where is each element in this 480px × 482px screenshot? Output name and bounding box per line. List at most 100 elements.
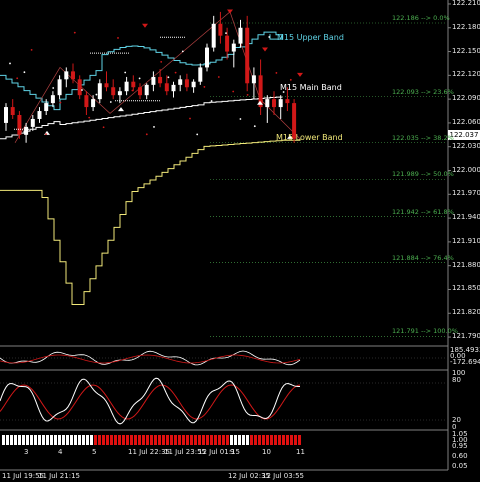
signal-bar [286, 435, 289, 445]
signal-dot [131, 89, 134, 92]
signal-bar [90, 435, 93, 445]
signal-bar-indicator [2, 435, 301, 445]
signal-bar [190, 435, 193, 445]
signal-bar [230, 435, 233, 445]
signal-dot [124, 71, 127, 74]
time-tick-label: 3 [24, 448, 29, 456]
price-tick-label: 122.150 [452, 46, 480, 55]
price-tick-label: 122.210 [452, 0, 480, 7]
time-tick-label: 12 Jul 03:55 [262, 472, 304, 480]
fib-level-label: 122.186 --> 0.0% [392, 14, 450, 22]
candle-body [178, 79, 183, 85]
signal-dot [261, 99, 263, 102]
signal-dot [81, 89, 83, 91]
candle-body [124, 81, 129, 92]
signal-bar [26, 435, 29, 445]
signal-bar [158, 435, 161, 445]
candle-body [164, 83, 169, 92]
signal-bar [278, 435, 281, 445]
candle-body [272, 99, 276, 108]
cci-indicator [0, 350, 446, 366]
fib-level-label: 122.093 --> 23.6% [392, 87, 454, 96]
signal-dot [153, 126, 155, 128]
sell-arrow-icon [262, 47, 268, 52]
price-tick-label: 121.910 [452, 236, 480, 245]
candle-body [111, 87, 116, 96]
candle-body [158, 76, 163, 84]
signal-dot [59, 101, 62, 104]
time-tick-label: 11 [296, 448, 305, 456]
signal-bar [54, 435, 57, 445]
signal-bar [290, 435, 293, 445]
candle-body [151, 76, 156, 85]
signal-bar [6, 435, 9, 445]
signal-dot [45, 133, 47, 136]
candle-body [251, 75, 256, 84]
signal-bar [2, 435, 5, 445]
bollinger-bands [0, 31, 301, 306]
signal-bar [154, 435, 157, 445]
candle-body [184, 79, 189, 88]
signal-bar [138, 435, 141, 445]
lower-band-label: M15 Lower Band [276, 133, 343, 142]
signal-bar [126, 435, 129, 445]
chart-canvas [0, 0, 451, 471]
signal-dot [196, 133, 199, 136]
candle-body [265, 99, 270, 108]
signal-bar [114, 435, 117, 445]
candle-body [225, 35, 230, 52]
fib-level-label: 121.989 --> 50.0% [392, 170, 454, 179]
signal-bar [242, 435, 245, 445]
candle-body [30, 118, 35, 127]
main-band-label: M15 Main Band [280, 83, 342, 92]
candle-body [57, 79, 62, 96]
signal-bar [226, 435, 229, 445]
signal-bar [174, 435, 177, 445]
signal-bar [194, 435, 197, 445]
signal-bar [66, 435, 69, 445]
signal-bar [98, 435, 101, 445]
signal-bar [82, 435, 85, 445]
signal-dot [239, 118, 242, 120]
candle-body [71, 71, 75, 80]
ind1-axis-label: -172.6949 [450, 358, 480, 366]
signal-bar [110, 435, 113, 445]
signal-bar [78, 435, 81, 445]
ind2-axis-label: 80 [452, 376, 461, 384]
signal-bar [18, 435, 21, 445]
signal-bar [222, 435, 225, 445]
sell-arrow-icon [297, 72, 303, 77]
candle-body [171, 84, 176, 92]
price-tick-label: 122.060 [452, 117, 480, 126]
signal-bar [254, 435, 257, 445]
candle-body [198, 67, 203, 82]
candle-body [238, 27, 243, 44]
signal-dot [52, 87, 55, 89]
candle-body [4, 107, 8, 123]
signal-dot [145, 133, 148, 136]
price-tick-label: 121.880 [452, 260, 480, 269]
signal-bar [146, 435, 149, 445]
fib-level-label: 122.035 --> 38.2% [392, 133, 454, 142]
signal-dot [73, 31, 76, 34]
signal-bar [270, 435, 273, 445]
signal-bar [46, 435, 49, 445]
signal-bar [58, 435, 61, 445]
signal-dot [174, 71, 177, 74]
signal-bar [86, 435, 89, 445]
signal-bar [134, 435, 137, 445]
price-tick-label: 121.850 [452, 284, 480, 293]
signal-dot [246, 93, 249, 96]
signal-dot [268, 36, 271, 38]
signal-dot [23, 71, 26, 74]
price-tick-label: 121.940 [452, 213, 480, 222]
signal-dot [160, 60, 163, 63]
signal-dot [95, 93, 98, 96]
lower-band-line [0, 138, 301, 306]
signal-bar [102, 435, 105, 445]
candle-body [144, 84, 149, 96]
signal-bar [34, 435, 37, 445]
fib-level-label: 121.791 --> 100.0% [392, 327, 458, 336]
signal-bar [250, 435, 253, 445]
zigzag-line [14, 11, 301, 143]
